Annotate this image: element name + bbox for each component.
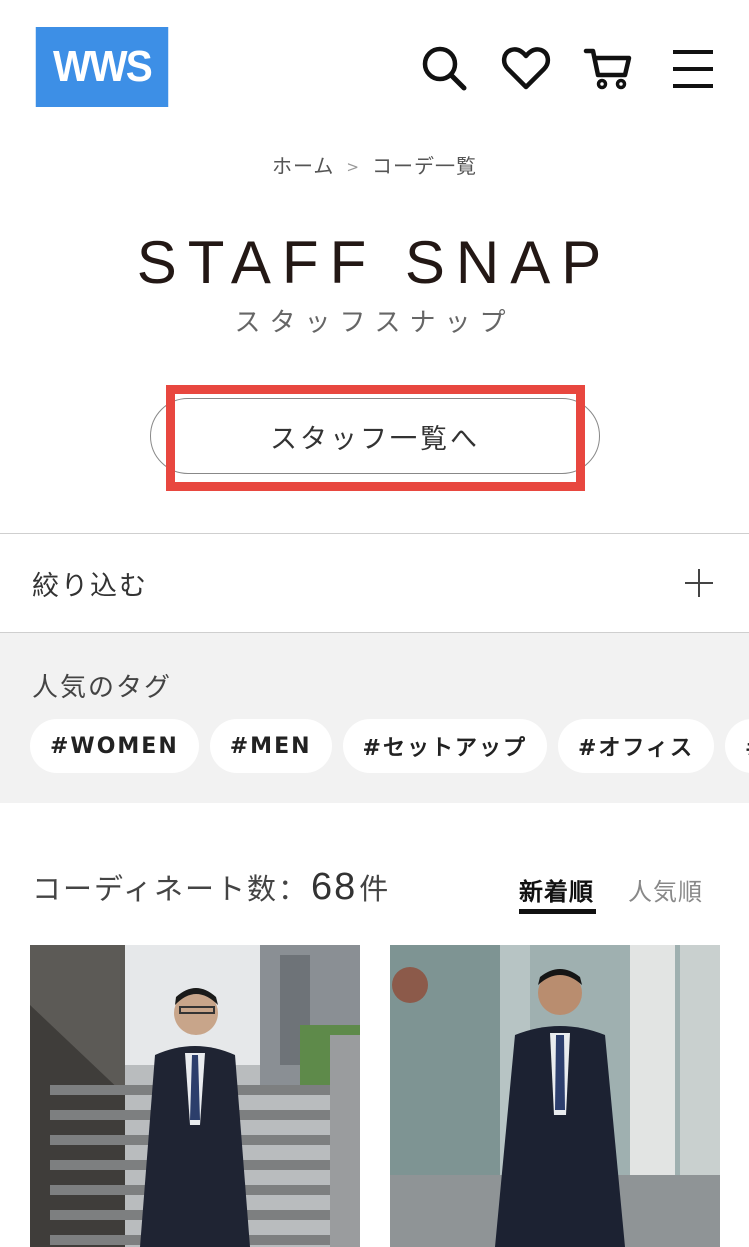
page: WWS ホーム > コーデ一覧 STAFF SNAP スタッフスナップ スタッフ… [0,0,749,1247]
count-suffix: 件 [359,872,391,906]
sort-popular-tab[interactable]: 人気順 [628,872,703,907]
tag-setup[interactable]: #セットアップ [342,719,547,773]
filter-label: 絞り込む [32,570,148,602]
breadcrumb-current: コーデ一覧 [371,154,477,178]
coordinate-photo[interactable] [30,945,360,1247]
menu-icon[interactable] [667,42,719,94]
breadcrumb-home[interactable]: ホーム [272,154,334,178]
tag-dark[interactable]: #ダーク [724,719,749,773]
tag-men[interactable]: #MEN [209,719,332,773]
breadcrumb-separator: > [346,158,360,176]
plus-icon [685,569,713,597]
cart-icon[interactable] [582,42,634,94]
coordinate-count: コーディネート数： 68 件 [32,866,390,909]
coordinate-photo[interactable] [390,945,720,1247]
staff-list-button[interactable]: スタッフ一覧へ [150,398,600,474]
logo[interactable]: WWS [35,27,169,107]
tag-office[interactable]: #オフィス [557,719,714,773]
filter-toggle[interactable]: 絞り込む [0,533,749,633]
page-title: STAFF SNAP [136,229,613,296]
popular-tags-section: 人気のタグ #WOMEN #MEN #セットアップ #オフィス #ダーク [0,633,749,803]
breadcrumb: ホーム > コーデ一覧 [0,150,749,179]
search-icon[interactable] [418,42,470,94]
header: WWS [0,0,749,130]
page-subtitle: スタッフスナップ [234,308,515,338]
sort-newest-tab[interactable]: 新着順 [519,872,594,907]
tag-women[interactable]: #WOMEN [30,719,199,773]
sort-active-underline [519,909,596,914]
tags-row: #WOMEN #MEN #セットアップ #オフィス #ダーク [30,719,749,773]
count-prefix: コーディネート数： [32,872,309,906]
heart-icon[interactable] [500,42,552,94]
tags-title: 人気のタグ [32,673,173,703]
count-value: 68 [310,866,358,908]
